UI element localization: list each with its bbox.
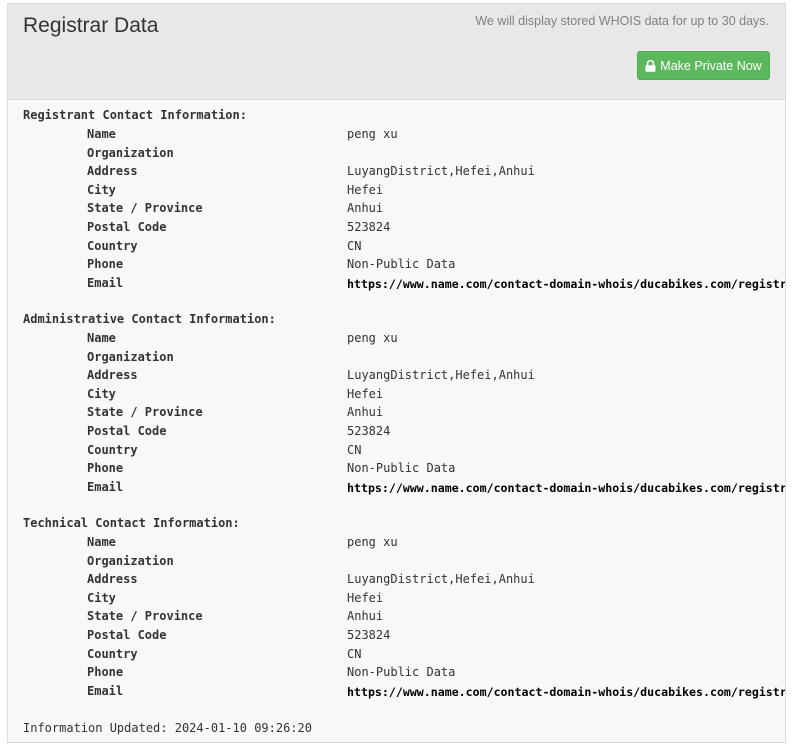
field-label: Postal Code: [87, 628, 167, 642]
registrar-data-panel: Registrar Data We will display stored WH…: [7, 3, 786, 743]
field-value: Non-Public Data: [347, 257, 456, 272]
field-label: City: [87, 386, 116, 401]
field-label: Phone: [87, 665, 124, 680]
field-value: peng xu: [347, 127, 398, 141]
field-label: Name: [87, 535, 116, 549]
field-label: Email: [87, 683, 124, 698]
field-value: Anhui: [347, 405, 384, 420]
section-heading: Technical Contact Information:: [23, 516, 240, 530]
field-label: Name: [87, 331, 116, 345]
field-value: Anhui: [347, 201, 384, 216]
field-label: Email: [87, 479, 124, 494]
field-value: peng xu: [347, 331, 398, 345]
field-value: CN: [347, 646, 362, 661]
email-contact-link[interactable]: https://www.name.com/contact-domain-whoi…: [347, 277, 785, 291]
field-value: LuyangDistrict,Hefei,Anhui: [347, 368, 535, 383]
field-label: Organization: [87, 553, 174, 568]
field-value: Hefei: [347, 182, 384, 197]
field-value: CN: [347, 238, 362, 253]
field-label: City: [87, 182, 116, 197]
information-updated: Information Updated: 2024-01-10 09:26:20: [23, 721, 312, 735]
field-label: Organization: [87, 349, 174, 364]
field-label: Country: [87, 238, 138, 253]
field-label: Postal Code: [87, 424, 167, 438]
field-value: 523824: [347, 220, 391, 234]
section-heading: Administrative Contact Information:: [23, 312, 276, 326]
field-label: Email: [87, 275, 124, 290]
field-label: Country: [87, 646, 138, 661]
whois-record: Registrant Contact Information: Name peng …: [8, 4, 785, 742]
field-value: Non-Public Data: [347, 665, 456, 680]
field-value: 523824: [347, 628, 391, 642]
field-value: Hefei: [347, 386, 384, 401]
field-value: LuyangDistrict,Hefei,Anhui: [347, 572, 535, 587]
section-heading: Registrant Contact Information:: [23, 108, 247, 122]
email-contact-link[interactable]: https://www.name.com/contact-domain-whoi…: [347, 481, 785, 495]
field-value: Anhui: [347, 609, 384, 624]
field-label: State / Province: [87, 201, 203, 216]
field-label: Postal Code: [87, 220, 167, 234]
field-label: Country: [87, 442, 138, 457]
field-label: Phone: [87, 461, 124, 476]
field-label: Address: [87, 572, 138, 587]
field-value: peng xu: [347, 535, 398, 549]
email-contact-link[interactable]: https://www.name.com/contact-domain-whoi…: [347, 685, 785, 699]
field-value: 523824: [347, 424, 391, 438]
field-label: State / Province: [87, 609, 203, 624]
field-value: CN: [347, 442, 362, 457]
field-value: Hefei: [347, 590, 384, 605]
field-label: Address: [87, 164, 138, 179]
field-label: Name: [87, 127, 116, 141]
field-label: Organization: [87, 145, 174, 160]
field-label: City: [87, 590, 116, 605]
field-value: Non-Public Data: [347, 461, 456, 476]
field-label: Phone: [87, 257, 124, 272]
field-label: Address: [87, 368, 138, 383]
field-value: LuyangDistrict,Hefei,Anhui: [347, 164, 535, 179]
field-label: State / Province: [87, 405, 203, 420]
